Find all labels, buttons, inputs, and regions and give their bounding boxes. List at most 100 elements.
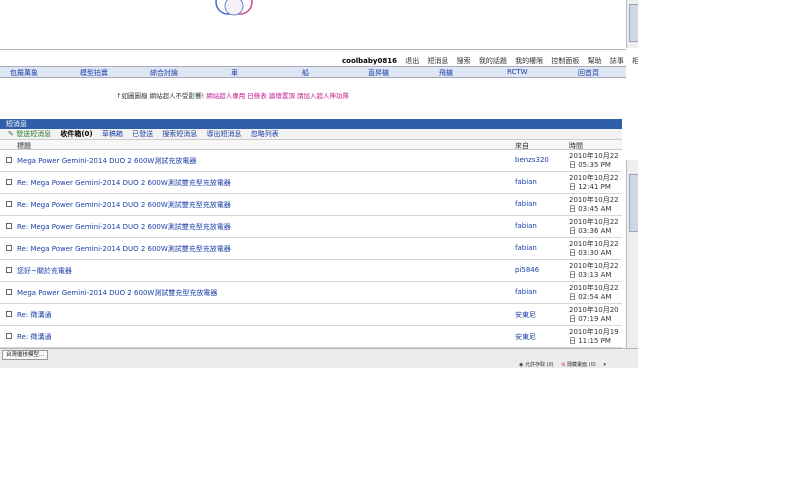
message-time: 2010年10月19 日 11:15 PM — [569, 328, 622, 345]
status-indicators: ◉ 允許存取 (0) ⊘ 隱藏畫面 (0) ▾ — [519, 361, 612, 368]
notice-text: ↑如圖圖撥 網站超人不受影響! — [116, 92, 205, 100]
tab-drafts[interactable]: 草稿箱 — [102, 130, 123, 138]
nav-item-general[interactable]: 包羅萬象 — [10, 68, 38, 78]
message-sender[interactable]: fabian — [515, 244, 537, 252]
message-date: 2010年10月22 — [569, 174, 619, 182]
message-sender[interactable]: fabian — [515, 178, 537, 186]
message-date: 2010年10月19 — [569, 328, 619, 336]
nav-item-rctw[interactable]: RCTW — [507, 68, 528, 76]
message-date: 2010年10月22 — [569, 196, 619, 204]
message-subject[interactable]: Mega Power Gemini-2014 DUO 2 600W測試充放電器 — [17, 156, 196, 166]
message-checkbox[interactable] — [6, 311, 12, 317]
message-checkbox[interactable] — [6, 245, 12, 251]
message-row[interactable]: Mega Power Gemini-2014 DUO 2 600W測試雙充型充放… — [0, 282, 622, 304]
message-checkbox[interactable] — [6, 289, 12, 295]
message-sender[interactable]: fabian — [515, 200, 537, 208]
search-link[interactable]: 搜索 — [457, 57, 471, 65]
username: coolbaby0816 — [342, 57, 397, 65]
zone-indicator[interactable]: ◉ 允許存取 (0) — [519, 362, 554, 368]
panel-title: 短消息 — [0, 119, 622, 129]
tab-ignore-list[interactable]: 忽略列表 — [251, 130, 279, 138]
message-time: 2010年10月20 日 07:19 AM — [569, 306, 622, 323]
logout-link[interactable]: 退出 — [405, 57, 419, 65]
my-topics-link[interactable]: 我的話題 — [479, 57, 507, 65]
nav-item-helicopter[interactable]: 直昇機 — [368, 68, 389, 78]
message-row[interactable]: Re: Mega Power Gemini-2014 DUO 2 600W測試雙… — [0, 216, 622, 238]
message-row[interactable]: Mega Power Gemini-2014 DUO 2 600W測試充放電器 b… — [0, 150, 622, 172]
private-messages-panel: 短消息 ✎ 發送短消息 收件箱(0) 草稿箱 已發送 搜索短消息 導出短消息 忽… — [0, 119, 622, 348]
zone-label: 允許存取 (0) — [524, 362, 554, 368]
message-clock: 日 07:19 AM — [569, 314, 612, 323]
message-list: Mega Power Gemini-2014 DUO 2 600W測試充放電器 b… — [0, 150, 622, 348]
top-frame-scrollbar[interactable] — [626, 0, 638, 48]
message-subject[interactable]: Mega Power Gemini-2014 DUO 2 600W測試雙充型充放… — [17, 288, 217, 298]
message-checkbox[interactable] — [6, 267, 12, 273]
message-sender[interactable]: 安東尼 — [515, 310, 536, 320]
blocked-icon: ⊘ — [561, 362, 566, 368]
nav-item-auction[interactable]: 模型拍賣 — [80, 68, 108, 78]
tab-inbox[interactable]: 收件箱(0) — [60, 130, 92, 138]
message-row[interactable]: Re: 徵溝通 安東尼 2010年10月20 日 07:19 AM — [0, 304, 622, 326]
compose-button[interactable]: ✎ 發送短消息 — [8, 130, 51, 138]
message-date: 2010年10月22 — [569, 152, 619, 160]
message-subject[interactable]: 您好~關於充電器 — [17, 266, 72, 276]
message-subject[interactable]: Re: Mega Power Gemini-2014 DUO 2 600W測試雙… — [17, 244, 231, 254]
tab-search[interactable]: 搜索短消息 — [162, 130, 197, 138]
message-row[interactable]: Re: Mega Power Gemini-2014 DUO 2 600W測試雙… — [0, 238, 622, 260]
message-subject[interactable]: Re: Mega Power Gemini-2014 DUO 2 600W測試雙… — [17, 178, 231, 188]
message-checkbox[interactable] — [6, 179, 12, 185]
message-clock: 日 03:36 AM — [569, 226, 612, 235]
album-link[interactable]: 相簿 — [632, 57, 638, 65]
message-row[interactable]: Re: Mega Power Gemini-2014 DUO 2 600W測試雙… — [0, 194, 622, 216]
message-time: 2010年10月22 日 05:35 PM — [569, 152, 622, 169]
message-time: 2010年10月22 日 03:30 AM — [569, 240, 622, 257]
message-sender[interactable]: 安東尼 — [515, 332, 536, 342]
scrollbar-thumb[interactable] — [629, 4, 638, 42]
message-subject[interactable]: Re: Mega Power Gemini-2014 DUO 2 600W測試雙… — [17, 200, 231, 210]
nav-item-plane[interactable]: 飛機 — [439, 68, 453, 78]
tab-export[interactable]: 導出短消息 — [207, 130, 242, 138]
divider — [0, 49, 626, 50]
blog-link[interactable]: 誌事 — [610, 57, 624, 65]
message-subject[interactable]: Re: 徵溝通 — [17, 310, 51, 320]
message-row[interactable]: 您好~關於充電器 pi5846 2010年10月22 日 03:13 AM — [0, 260, 622, 282]
message-clock: 日 03:30 AM — [569, 248, 612, 257]
messages-link[interactable]: 短消息 — [427, 57, 448, 65]
message-checkbox[interactable] — [6, 201, 12, 207]
browser-viewport: coolbaby0816 退出 短消息 搜索 我的話題 我的權限 控制面板 幫助… — [0, 0, 638, 368]
scrollbar-thumb[interactable] — [629, 174, 638, 232]
tab-sent[interactable]: 已發送 — [132, 130, 153, 138]
message-sender[interactable]: fabian — [515, 288, 537, 296]
message-row[interactable]: Re: Mega Power Gemini-2014 DUO 2 600W測試雙… — [0, 172, 622, 194]
nav-item-car[interactable]: 車 — [231, 68, 238, 78]
nav-item-boat[interactable]: 船 — [302, 68, 309, 78]
popup-blocker-indicator[interactable]: ⊘ 隱藏畫面 (0) — [561, 362, 595, 368]
message-row[interactable]: Re: 徵溝通 安東尼 2010年10月19 日 11:15 PM — [0, 326, 622, 348]
message-subject[interactable]: Re: 徵溝通 — [17, 332, 51, 342]
nav-item-discussion[interactable]: 綜合討論 — [150, 68, 178, 78]
message-date: 2010年10月22 — [569, 284, 619, 292]
compose-label: 發送短消息 — [16, 130, 52, 138]
message-subject[interactable]: Re: Mega Power Gemini-2014 DUO 2 600W測試雙… — [17, 222, 231, 232]
message-checkbox[interactable] — [6, 223, 12, 229]
my-permissions-link[interactable]: 我的權限 — [515, 57, 543, 65]
main-scrollbar[interactable] — [626, 160, 638, 348]
message-clock: 日 03:13 AM — [569, 270, 612, 279]
notice-link[interactable]: 網站超人專用 日條表 論壇置頂 請加入超人神功隊 — [206, 92, 349, 100]
nav-item-home[interactable]: 回首頁 — [578, 68, 599, 78]
column-header: 標題 來自 時間 — [0, 140, 622, 150]
message-clock: 日 03:45 AM — [569, 204, 612, 213]
message-checkbox[interactable] — [6, 333, 12, 339]
message-clock: 日 02:54 AM — [569, 292, 612, 301]
message-checkbox[interactable] — [6, 157, 12, 163]
message-clock: 日 11:15 PM — [569, 336, 611, 345]
site-logo — [215, 0, 253, 16]
taskbar-item[interactable]: 台灣優技模型... — [2, 350, 49, 360]
message-date: 2010年10月22 — [569, 240, 619, 248]
message-sender[interactable]: pi5846 — [515, 266, 539, 274]
message-sender[interactable]: fabian — [515, 222, 537, 230]
control-panel-link[interactable]: 控制面板 — [551, 57, 579, 65]
dropdown-arrow-icon[interactable]: ▾ — [603, 362, 606, 368]
message-sender[interactable]: benzs320 — [515, 156, 549, 164]
help-link[interactable]: 幫助 — [588, 57, 602, 65]
